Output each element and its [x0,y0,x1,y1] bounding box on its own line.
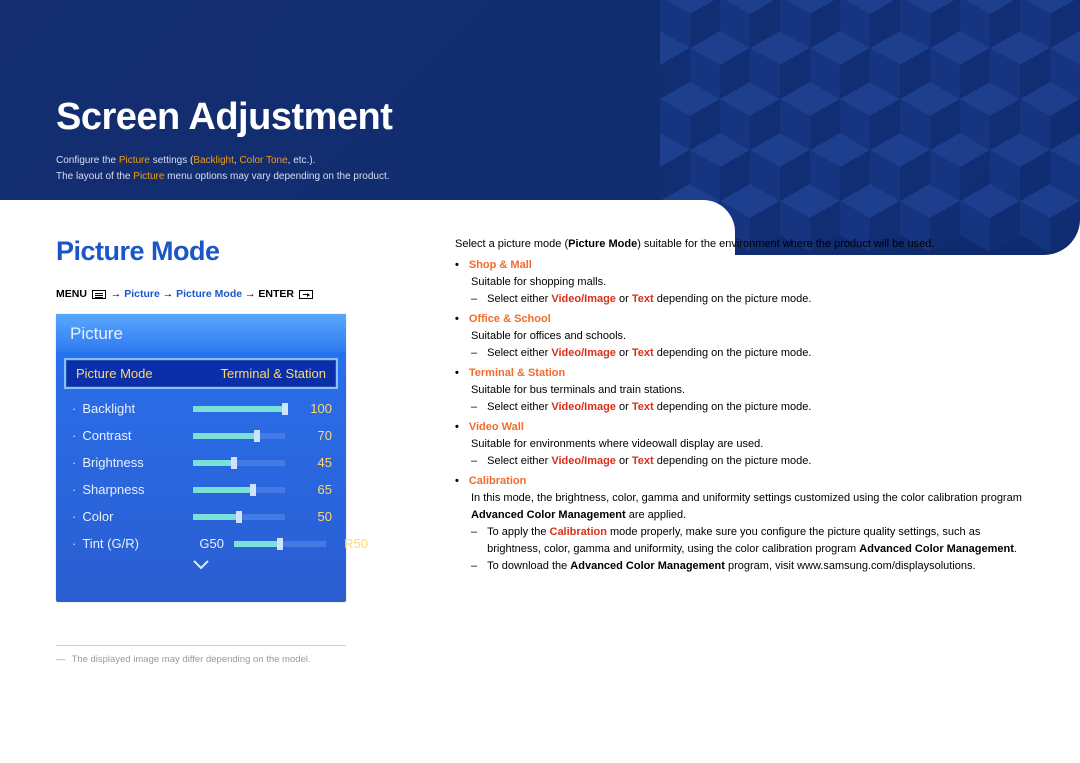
page-intro: Configure the Picture settings (Backligh… [56,153,390,185]
breadcrumb: MENU → Picture → Picture Mode → ENTER [56,288,315,300]
slider[interactable] [193,514,285,520]
divider [56,645,346,646]
osd-row[interactable]: ·Color50 [56,503,346,530]
osd-row-label: Color [82,509,113,524]
osd-selected-value: Terminal & Station [221,366,327,381]
mode-desc: In this mode, the brightness, color, gam… [455,490,1035,524]
osd-row-value: 100 [296,401,332,416]
mode-name: Calibration [469,473,526,490]
mode-desc: Suitable for environments where videowal… [455,436,1035,453]
osd-row[interactable]: ·Backlight100 [56,395,346,422]
mode-desc: Suitable for shopping malls. [455,274,1035,291]
banner-pattern [660,0,1080,255]
slider[interactable] [193,406,285,412]
osd-panel-title: Picture [56,314,346,352]
slider[interactable] [193,487,285,493]
section-title: Picture Mode [56,236,220,267]
chevron-down-icon[interactable] [56,557,346,580]
osd-panel: Picture Picture Mode Terminal & Station … [56,314,346,602]
slider[interactable] [234,541,326,547]
page-title: Screen Adjustment [56,96,392,139]
osd-row-value: 65 [296,482,332,497]
osd-row[interactable]: ·Brightness45 [56,449,346,476]
mode-name: Video Wall [469,419,524,436]
mode-desc: Suitable for offices and schools. [455,328,1035,345]
osd-row[interactable]: ·Sharpness65 [56,476,346,503]
mode-name: Shop & Mall [469,257,532,274]
slider[interactable] [193,433,285,439]
footnote: ―The displayed image may differ dependin… [56,654,311,665]
mode-name: Terminal & Station [469,365,565,382]
menu-icon [92,290,106,299]
slider[interactable] [193,460,285,466]
mode-desc: Suitable for bus terminals and train sta… [455,382,1035,399]
osd-row-tint[interactable]: ·Tint (G/R) G50 R50 [56,530,346,557]
osd-row[interactable]: ·Contrast70 [56,422,346,449]
osd-selected-label: Picture Mode [76,366,153,381]
mode-name: Office & School [469,311,551,328]
osd-row-label: Contrast [82,428,131,443]
osd-selected-row[interactable]: Picture Mode Terminal & Station [64,358,338,389]
osd-row-value: 45 [296,455,332,470]
osd-row-label: Sharpness [82,482,144,497]
osd-row-label: Backlight [82,401,135,416]
osd-row-label: Brightness [82,455,143,470]
osd-row-value: 50 [296,509,332,524]
content-body: Select a picture mode (Picture Mode) sui… [455,236,1035,575]
osd-row-value: 70 [296,428,332,443]
enter-icon [299,290,313,299]
